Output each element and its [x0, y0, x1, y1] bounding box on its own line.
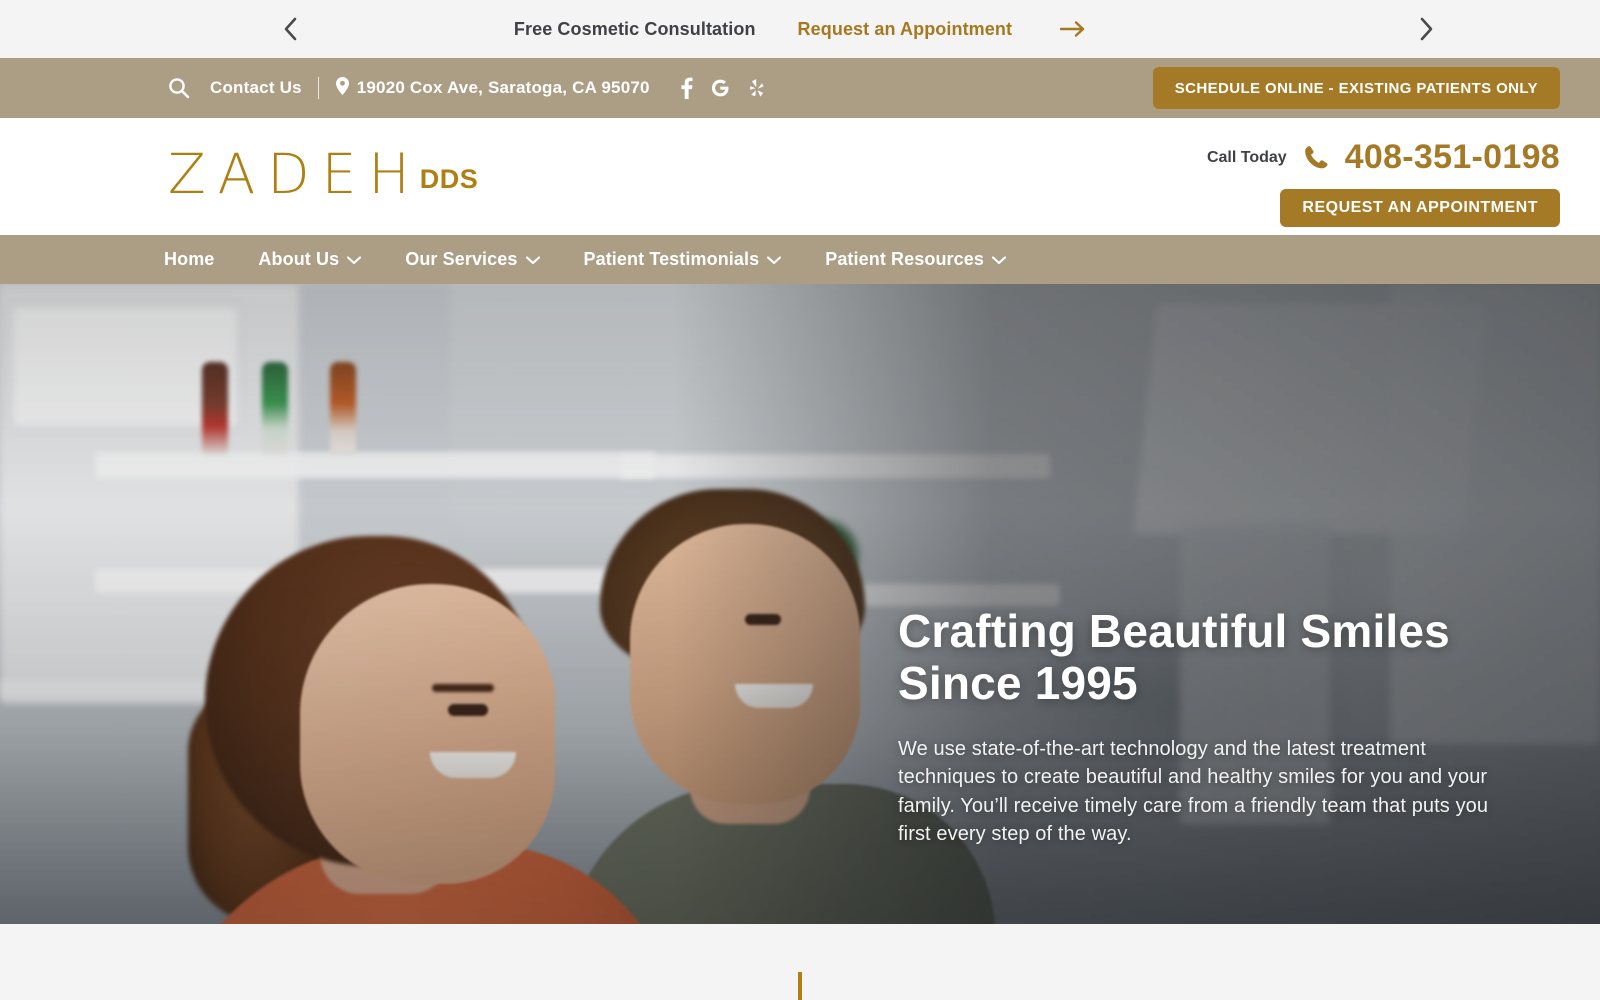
- utility-divider: [317, 77, 319, 99]
- facebook-icon[interactable]: [680, 77, 693, 99]
- site-logo[interactable]: ZADEH DDS: [168, 142, 479, 206]
- arrow-right-icon[interactable]: [1060, 20, 1086, 38]
- hero-paragraph: We use state-of-the-art technology and t…: [898, 737, 1489, 846]
- below-hero-section: [0, 924, 1600, 1000]
- address-text: 19020 Cox Ave, Saratoga, CA 95070: [356, 78, 650, 97]
- promo-prev-button[interactable]: [260, 0, 320, 58]
- nav-label: Patient Testimonials: [583, 249, 760, 269]
- request-appointment-button[interactable]: REQUEST AN APPOINTMENT: [1280, 189, 1560, 227]
- social-links: [680, 77, 767, 99]
- nav-item-about-us[interactable]: About Us: [258, 249, 362, 270]
- chevron-down-icon: [347, 256, 362, 265]
- announcement-bar: Free Cosmetic Consultation Request an Ap…: [0, 0, 1600, 58]
- nav-item-patient-resources[interactable]: Patient Resources: [825, 249, 1006, 270]
- promo-text: Free Cosmetic Consultation: [513, 18, 756, 39]
- chevron-down-icon: [991, 256, 1006, 265]
- nav-item-home[interactable]: Home: [164, 249, 214, 270]
- contact-us-link[interactable]: Contact Us: [210, 78, 302, 98]
- call-today-label: Call Today: [1206, 148, 1287, 166]
- utility-left-group: Contact Us 19020 Cox Ave, Saratoga, CA 9…: [168, 76, 767, 101]
- schedule-online-button[interactable]: SCHEDULE ONLINE - EXISTING PATIENTS ONLY: [1152, 67, 1560, 109]
- hero-section: Crafting Beautiful Smiles Since 1995 We …: [0, 284, 1600, 924]
- hero-content: Crafting Beautiful Smiles Since 1995 We …: [898, 605, 1518, 849]
- header-right-group: Call Today 408-351-0198 REQUEST AN APPOI…: [1207, 138, 1560, 227]
- chevron-left-icon: [282, 16, 298, 42]
- logo-suffix: DDS: [419, 164, 479, 195]
- phone-icon: [1301, 143, 1331, 173]
- chevron-right-icon: [1418, 16, 1434, 42]
- map-pin-icon: [335, 76, 350, 101]
- promo-content: Free Cosmetic Consultation Request an Ap…: [514, 19, 1086, 40]
- nav-label: Our Services: [405, 249, 518, 269]
- phone-number-link[interactable]: 408-351-0198: [1345, 138, 1560, 177]
- chevron-down-icon: [525, 256, 540, 265]
- yelp-icon[interactable]: [747, 77, 767, 99]
- promo-next-button[interactable]: [1396, 0, 1456, 58]
- google-icon[interactable]: [709, 77, 731, 99]
- nav-label: Home: [164, 249, 215, 269]
- main-navigation: Home About Us Our Services Patient Testi…: [0, 235, 1600, 284]
- promo-request-appointment-link[interactable]: Request an Appointment: [798, 19, 1013, 40]
- hero-title: Crafting Beautiful Smiles Since 1995: [898, 605, 1450, 709]
- nav-item-our-services[interactable]: Our Services: [405, 249, 540, 270]
- search-icon[interactable]: [168, 77, 190, 99]
- call-row: Call Today 408-351-0198: [1207, 138, 1560, 177]
- address-link[interactable]: 19020 Cox Ave, Saratoga, CA 95070: [335, 76, 650, 101]
- nav-label: Patient Resources: [825, 249, 984, 269]
- chevron-down-icon: [767, 256, 782, 265]
- logo-wordmark: ZADEH: [168, 142, 422, 206]
- header-band: ZADEH DDS Call Today 408-351-0198 REQUES…: [0, 118, 1600, 235]
- section-divider: [798, 972, 802, 1000]
- utility-bar: Contact Us 19020 Cox Ave, Saratoga, CA 9…: [0, 58, 1600, 118]
- nav-item-patient-testimonials[interactable]: Patient Testimonials: [584, 249, 782, 270]
- nav-label: About Us: [258, 249, 340, 269]
